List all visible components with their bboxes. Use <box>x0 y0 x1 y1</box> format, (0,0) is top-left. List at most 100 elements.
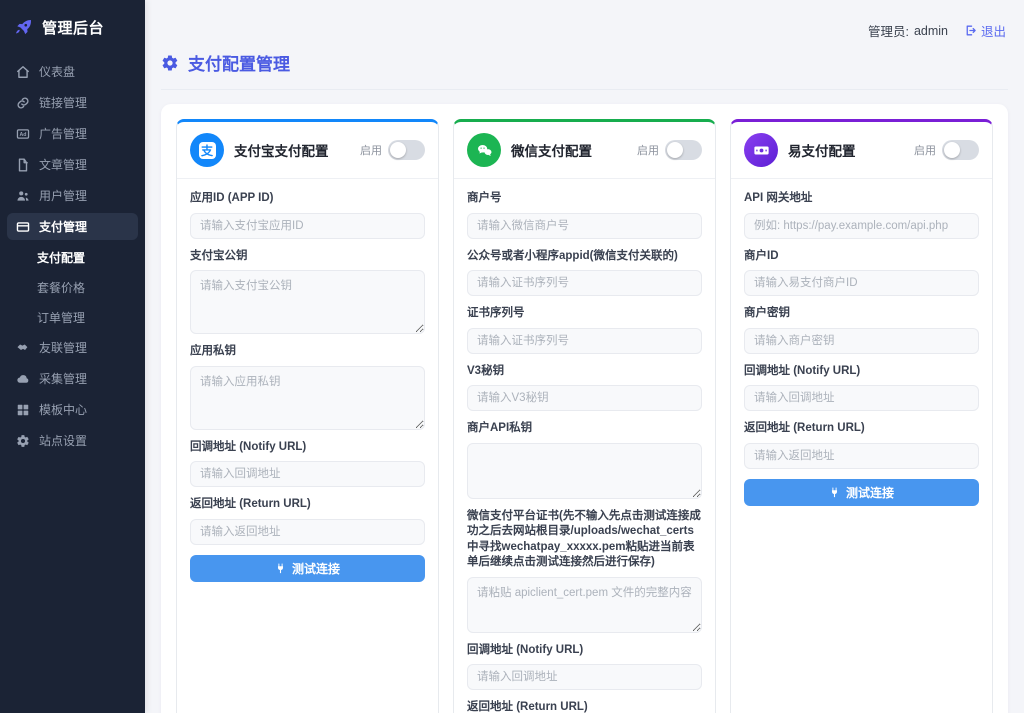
field-label: 回调地址 (Notify URL) <box>467 643 702 659</box>
wechat-platform-cert-textarea[interactable] <box>467 577 702 633</box>
sidebar-subitem-package-price[interactable]: 套餐价格 <box>7 274 138 300</box>
sidebar: 管理后台 仪表盘 链接管理 Ad 广告管理 文章管理 用户管理 支付管理 <box>0 0 145 713</box>
wechat-enable-control: 启用 <box>637 140 702 160</box>
toggle-knob <box>390 142 406 158</box>
field-label: V3秘钥 <box>467 364 702 380</box>
field-label: 微信支付平台证书(先不输入先点击测试连接成功之后去网站根目录/uploads/w… <box>467 509 702 571</box>
field-label: 商户ID <box>744 249 979 265</box>
epay-return-url-input[interactable] <box>744 443 979 469</box>
field-label: 商户密钥 <box>744 306 979 322</box>
alipay-enable-toggle[interactable] <box>388 140 425 160</box>
enable-label: 启用 <box>914 142 936 158</box>
toggle-knob <box>667 142 683 158</box>
page-header: 支付配置管理 <box>161 50 1008 90</box>
field-label: 返回地址 (Return URL) <box>467 700 702 713</box>
wechat-icon <box>467 133 501 167</box>
sidebar-item-payment[interactable]: 支付管理 <box>7 213 138 240</box>
epay-card: 易支付配置 启用 API 网关地址 商户ID <box>730 119 993 713</box>
field-label: 返回地址 (Return URL) <box>744 421 979 437</box>
wechat-appid-input[interactable] <box>467 270 702 296</box>
alipay-notify-url-input[interactable] <box>190 461 425 487</box>
sidebar-item-friend-links[interactable]: 友联管理 <box>7 334 138 361</box>
cloud-icon <box>16 372 30 386</box>
wechat-card-title: 微信支付配置 <box>511 140 627 160</box>
topbar: 管理员: admin 退出 <box>145 0 1024 42</box>
sidebar-item-site-settings[interactable]: 站点设置 <box>7 427 138 454</box>
sidebar-item-label: 友联管理 <box>39 339 87 356</box>
sidebar-item-collect[interactable]: 采集管理 <box>7 365 138 392</box>
epay-gateway-input[interactable] <box>744 213 979 239</box>
logout-icon <box>964 24 977 37</box>
sidebar-subitem-label: 套餐价格 <box>37 279 85 296</box>
field-label: 返回地址 (Return URL) <box>190 497 425 513</box>
main-area: 管理员: admin 退出 支付配置管理 支 支付宝支付配置 启用 <box>145 0 1024 713</box>
sidebar-item-label: 采集管理 <box>39 370 87 387</box>
gear-icon <box>16 434 30 448</box>
epay-card-body: API 网关地址 商户ID 商户密钥 回调地址 (Notify URL) <box>731 179 992 713</box>
field-label: 商户号 <box>467 191 702 207</box>
enable-label: 启用 <box>360 142 382 158</box>
wechat-v3-key-input[interactable] <box>467 385 702 411</box>
handshake-icon <box>16 341 30 355</box>
button-label: 测试连接 <box>292 560 340 577</box>
admin-info: 管理员: admin <box>868 21 948 40</box>
content-panel: 支 支付宝支付配置 启用 应用ID (APP ID) 支付宝公钥 <box>161 104 1008 713</box>
field-label: 商户API私钥 <box>467 421 702 437</box>
sidebar-item-label: 支付管理 <box>39 218 87 235</box>
sidebar-item-ads[interactable]: Ad 广告管理 <box>7 120 138 147</box>
logout-button[interactable]: 退出 <box>964 21 1006 40</box>
field-label: 回调地址 (Notify URL) <box>744 364 979 380</box>
wechat-enable-toggle[interactable] <box>665 140 702 160</box>
epay-icon <box>744 133 778 167</box>
epay-card-title: 易支付配置 <box>788 140 904 160</box>
alipay-appid-input[interactable] <box>190 213 425 239</box>
field-label: 应用私钥 <box>190 344 425 360</box>
sidebar-item-label: 广告管理 <box>39 125 87 142</box>
epay-notify-url-input[interactable] <box>744 385 979 411</box>
alipay-private-key-textarea[interactable] <box>190 366 425 430</box>
sidebar-payment-submenu: 支付配置 套餐价格 订单管理 <box>7 244 138 330</box>
admin-name: admin <box>914 24 948 38</box>
wechat-notify-url-input[interactable] <box>467 664 702 690</box>
plug-icon <box>829 487 840 498</box>
alipay-test-connection-button[interactable]: 测试连接 <box>190 555 425 582</box>
app-title: 管理后台 <box>42 17 104 38</box>
alipay-icon: 支 <box>190 133 224 167</box>
payment-cards: 支 支付宝支付配置 启用 应用ID (APP ID) 支付宝公钥 <box>176 119 993 713</box>
epay-enable-control: 启用 <box>914 140 979 160</box>
ad-icon: Ad <box>16 127 30 141</box>
button-label: 测试连接 <box>846 484 894 501</box>
wechat-cert-serial-input[interactable] <box>467 328 702 354</box>
epay-merchant-id-input[interactable] <box>744 270 979 296</box>
sidebar-item-users[interactable]: 用户管理 <box>7 182 138 209</box>
alipay-card-title: 支付宝支付配置 <box>234 140 350 160</box>
alipay-card-header: 支 支付宝支付配置 启用 <box>177 122 438 179</box>
sidebar-item-articles[interactable]: 文章管理 <box>7 151 138 178</box>
alipay-public-key-textarea[interactable] <box>190 270 425 334</box>
alipay-card: 支 支付宝支付配置 启用 应用ID (APP ID) 支付宝公钥 <box>176 119 439 713</box>
alipay-return-url-input[interactable] <box>190 519 425 545</box>
plug-icon <box>275 563 286 574</box>
epay-merchant-key-input[interactable] <box>744 328 979 354</box>
admin-label: 管理员: <box>868 21 909 40</box>
sidebar-item-label: 链接管理 <box>39 94 87 111</box>
sidebar-nav: 仪表盘 链接管理 Ad 广告管理 文章管理 用户管理 支付管理 支付配置 套 <box>0 58 145 454</box>
svg-text:Ad: Ad <box>20 132 27 138</box>
grid-icon <box>16 403 30 417</box>
sidebar-item-templates[interactable]: 模板中心 <box>7 396 138 423</box>
field-label: API 网关地址 <box>744 191 979 207</box>
sidebar-subitem-payment-config[interactable]: 支付配置 <box>7 244 138 270</box>
enable-label: 启用 <box>637 142 659 158</box>
dashboard-icon <box>16 65 30 79</box>
epay-test-connection-button[interactable]: 测试连接 <box>744 479 979 506</box>
wechat-merchant-id-input[interactable] <box>467 213 702 239</box>
alipay-card-body: 应用ID (APP ID) 支付宝公钥 应用私钥 回调地址 (Notify UR… <box>177 179 438 713</box>
sidebar-subitem-orders[interactable]: 订单管理 <box>7 304 138 330</box>
epay-enable-toggle[interactable] <box>942 140 979 160</box>
wechat-api-private-key-textarea[interactable] <box>467 443 702 499</box>
sidebar-item-label: 站点设置 <box>39 432 87 449</box>
alipay-enable-control: 启用 <box>360 140 425 160</box>
sidebar-item-links[interactable]: 链接管理 <box>7 89 138 116</box>
field-label: 支付宝公钥 <box>190 249 425 265</box>
sidebar-item-dashboard[interactable]: 仪表盘 <box>7 58 138 85</box>
